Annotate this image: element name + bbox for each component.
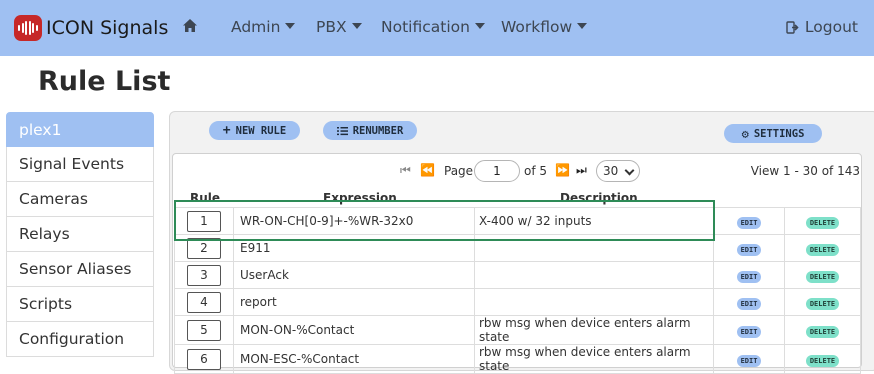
nav-admin-dropdown[interactable]: Admin [231, 18, 296, 36]
description-cell: rbw msg when device enters alarm state [474, 315, 714, 345]
rule-number-field[interactable]: 5 [187, 319, 221, 341]
sidebar-item-scripts[interactable]: Scripts [6, 287, 154, 322]
nav-notification-label: Notification [381, 18, 470, 36]
edit-button[interactable]: EDIT [736, 243, 762, 256]
table-row[interactable]: 5 MON-ON-%Contact rbw msg when device en… [174, 315, 861, 345]
sidebar-item-sensor-aliases[interactable]: Sensor Aliases [6, 252, 154, 287]
logout-link[interactable]: Logout [786, 18, 858, 36]
rule-number-field[interactable]: 6 [187, 348, 221, 370]
table-row[interactable]: 4 report EDIT DELETE [174, 288, 861, 316]
prev-page-icon[interactable]: ⏪ [420, 163, 435, 177]
home-icon[interactable] [182, 18, 198, 34]
chevron-down-icon [624, 165, 635, 176]
delete-button[interactable]: DELETE [805, 270, 840, 283]
nav-notification-dropdown[interactable]: Notification [381, 18, 485, 36]
caret-down-icon [351, 23, 362, 29]
caret-down-icon [285, 23, 296, 29]
list-ol-icon [336, 126, 348, 135]
selected-row-highlight [174, 200, 715, 241]
edit-button[interactable]: EDIT [736, 216, 762, 229]
caret-down-icon [577, 23, 588, 29]
last-page-icon[interactable]: ⏭ [576, 163, 587, 178]
delete-button[interactable]: DELETE [805, 243, 840, 256]
table-row[interactable]: 3 UserAck EDIT DELETE [174, 261, 861, 289]
sidebar-item-configuration[interactable]: Configuration [6, 322, 154, 357]
page-label: Page [444, 164, 474, 178]
page-count-label: of 5 [524, 164, 548, 178]
nav-admin-label: Admin [231, 18, 281, 36]
nav-pbx-dropdown[interactable]: PBX [316, 18, 362, 36]
record-range-label: View 1 - 30 of 143 [750, 164, 860, 178]
rows-per-page-value: 30 [603, 164, 619, 178]
description-cell [474, 261, 714, 289]
settings-label: SETTINGS [753, 127, 805, 140]
delete-button[interactable]: DELETE [805, 297, 840, 310]
new-rule-button[interactable]: + NEW RULE [209, 121, 300, 140]
signal-logo-icon [14, 15, 42, 41]
expression-cell: MON-ON-%Contact [233, 315, 475, 345]
rows-per-page-select[interactable]: 30 [596, 160, 640, 182]
renumber-button[interactable]: RENUMBER [323, 121, 417, 140]
brand-name: ICON Signals [46, 17, 169, 39]
delete-button[interactable]: DELETE [805, 216, 840, 229]
gear-icon: ⚙ [741, 126, 749, 141]
page-title: Rule List [38, 66, 171, 97]
expression-cell: UserAck [233, 261, 475, 289]
page-number-input[interactable]: 1 [474, 160, 520, 182]
sign-out-icon [786, 20, 799, 34]
pager: ⏮ ⏪ Page 1 of 5 ⏩ ⏭ 30 View 1 - 30 of 14… [172, 157, 862, 185]
edit-button[interactable]: EDIT [736, 270, 762, 283]
description-cell [474, 288, 714, 316]
rule-number-field[interactable]: 4 [187, 291, 221, 313]
expression-cell: MON-ESC-%Contact [233, 344, 475, 374]
sidebar-item-cameras[interactable]: Cameras [6, 182, 154, 217]
table-row[interactable]: 6 MON-ESC-%Contact rbw msg when device e… [174, 344, 861, 374]
top-navbar: ICON Signals Admin PBX Notification Work… [0, 0, 874, 56]
next-page-icon[interactable]: ⏩ [555, 163, 570, 177]
rule-number-field[interactable]: 3 [187, 264, 221, 286]
settings-button[interactable]: ⚙ SETTINGS [724, 124, 822, 143]
nav-workflow-label: Workflow [501, 18, 573, 36]
delete-button[interactable]: DELETE [805, 325, 840, 338]
brand-link[interactable]: ICON Signals [14, 14, 168, 42]
new-rule-label: NEW RULE [235, 124, 287, 137]
sidebar: plex1 Signal Events Cameras Relays Senso… [6, 112, 154, 357]
logout-label: Logout [804, 18, 858, 36]
nav-workflow-dropdown[interactable]: Workflow [501, 18, 588, 36]
caret-down-icon [474, 23, 485, 29]
edit-button[interactable]: EDIT [736, 297, 762, 310]
first-page-icon[interactable]: ⏮ [400, 163, 411, 178]
sidebar-item-signal-events[interactable]: Signal Events [6, 147, 154, 182]
description-cell: rbw msg when device enters alarm state [474, 344, 714, 374]
plus-icon: + [222, 123, 231, 138]
renumber-label: RENUMBER [352, 124, 404, 137]
edit-button[interactable]: EDIT [736, 325, 762, 338]
sidebar-item-plex1[interactable]: plex1 [6, 112, 154, 147]
sidebar-item-relays[interactable]: Relays [6, 217, 154, 252]
nav-pbx-label: PBX [316, 18, 347, 36]
expression-cell: report [233, 288, 475, 316]
